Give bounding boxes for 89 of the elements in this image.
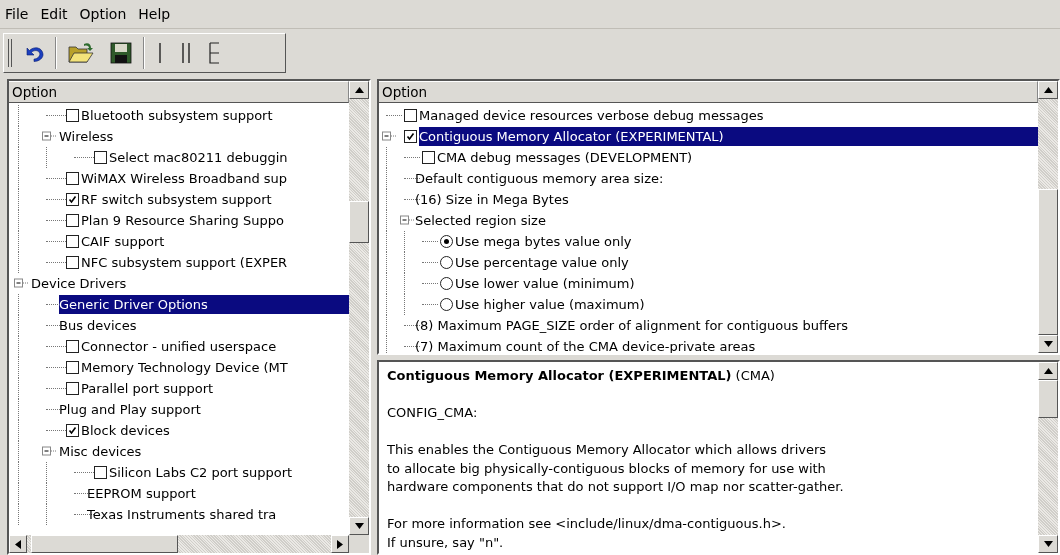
scroll-thumb[interactable] — [31, 535, 178, 553]
help-paragraph: CONFIG_CMA: — [387, 404, 479, 422]
down-arrow-icon — [354, 523, 364, 529]
vertical-scrollbar[interactable] — [349, 81, 369, 535]
up-arrow-icon — [1043, 368, 1053, 374]
tree-item[interactable]: WiMAX Wireless Broadband sup — [81, 169, 349, 188]
menu-item[interactable]: File — [5, 6, 29, 22]
radio-button[interactable] — [440, 256, 453, 269]
tree-item[interactable]: Wireless — [59, 127, 349, 146]
checkbox[interactable] — [94, 151, 107, 164]
checkbox[interactable] — [422, 151, 435, 164]
up-arrow-icon — [354, 87, 364, 93]
scroll-up-button[interactable] — [1038, 81, 1058, 99]
scroll-up-button[interactable] — [1038, 362, 1058, 380]
left-arrow-icon — [15, 539, 21, 549]
tree-item[interactable]: Silicon Labs C2 port support — [109, 463, 349, 482]
checkbox[interactable] — [66, 214, 79, 227]
scroll-thumb[interactable] — [1038, 189, 1058, 335]
tree-item[interactable]: Bluetooth subsystem support — [81, 106, 349, 125]
tree-view-icon — [207, 42, 221, 64]
checkbox[interactable] — [404, 130, 417, 143]
checkbox[interactable] — [66, 382, 79, 395]
tree-item[interactable]: Memory Technology Device (MT — [81, 358, 349, 377]
down-arrow-icon — [1043, 541, 1053, 547]
tree-item[interactable]: EEPROM support — [87, 484, 349, 503]
help-paragraph: For more information see <include/linux/dma-contiguous.h>. If unsure, say "n". — [387, 515, 787, 552]
checkbox[interactable] — [66, 235, 79, 248]
tree-item[interactable]: Plug and Play support — [59, 400, 349, 419]
radio-button[interactable] — [440, 298, 453, 311]
folder-icon — [67, 41, 95, 65]
checkbox[interactable] — [66, 172, 79, 185]
tree-item[interactable]: Use percentage value only — [455, 253, 1038, 272]
scroll-right-button[interactable] — [331, 535, 349, 553]
up-arrow-icon — [1043, 87, 1053, 93]
toolbar-grip-icon[interactable] — [7, 38, 13, 68]
menu-item[interactable]: Help — [138, 6, 171, 22]
scroll-down-button[interactable] — [349, 517, 369, 535]
vertical-scrollbar[interactable] — [1038, 81, 1058, 353]
tree-item[interactable]: Block devices — [81, 421, 349, 440]
tree-item[interactable]: Selected region size — [415, 211, 1038, 230]
tree-item[interactable]: Default contiguous memory area size: — [415, 169, 1038, 188]
down-arrow-icon — [1043, 341, 1053, 347]
checkbox[interactable] — [94, 466, 107, 479]
checkbox[interactable] — [66, 109, 79, 122]
checkbox[interactable] — [66, 193, 79, 206]
tree-item[interactable]: Generic Driver Options — [59, 295, 349, 314]
checkbox[interactable] — [66, 256, 79, 269]
tree-item[interactable]: CAIF support — [81, 232, 349, 251]
tree-item[interactable]: CMA debug messages (DEVELOPMENT) — [437, 148, 1038, 167]
help-title: Contiguous Memory Allocator (EXPERIMENTAL) (CMA) — [387, 367, 776, 385]
column-header[interactable]: Option — [9, 81, 349, 103]
radio-button[interactable] — [440, 277, 453, 290]
scroll-down-button[interactable] — [1038, 535, 1058, 553]
tree-item[interactable]: Texas Instruments shared tra — [87, 505, 349, 524]
scroll-thumb[interactable] — [1038, 380, 1058, 418]
split-pane-icon — [179, 42, 193, 64]
scroll-left-button[interactable] — [9, 535, 27, 553]
tree-item[interactable]: Select mac80211 debuggin — [109, 148, 349, 167]
tree-item[interactable]: Use lower value (minimum) — [455, 274, 1038, 293]
checkbox[interactable] — [66, 424, 79, 437]
tree-item[interactable]: (16) Size in Mega Bytes — [415, 190, 1038, 209]
scroll-thumb[interactable] — [349, 201, 369, 243]
vertical-scrollbar[interactable] — [1038, 362, 1058, 553]
checkbox[interactable] — [66, 340, 79, 353]
column-header[interactable]: Option — [379, 81, 1038, 103]
tree-item[interactable]: Contiguous Memory Allocator (EXPERIMENTAL) — [419, 127, 1038, 146]
tree-item[interactable]: Connector - unified userspace — [81, 337, 349, 356]
scroll-up-button[interactable] — [349, 81, 369, 99]
tree-item[interactable]: NFC subsystem support (EXPER — [81, 253, 349, 272]
checkbox[interactable] — [66, 361, 79, 374]
right-arrow-icon — [337, 539, 343, 549]
scroll-down-button[interactable] — [1038, 335, 1058, 353]
tree-item[interactable]: Parallel port support — [81, 379, 349, 398]
menu-item[interactable]: Edit — [40, 6, 68, 22]
menu-item[interactable]: Option — [79, 6, 127, 22]
help-paragraph: This enables the Contiguous Memory Allocator which allows drivers to allocate big physically-contiguous blocks of memory for use with hardware components that do not support I/O map nor scatter-gather. — [387, 441, 845, 496]
tree-item[interactable]: Managed device resources verbose debug messages — [419, 106, 1038, 125]
radio-button[interactable] — [440, 235, 453, 248]
tree-item[interactable]: Bus devices — [59, 316, 349, 335]
undo-arrow-icon — [23, 44, 45, 62]
checkbox[interactable] — [404, 109, 417, 122]
tree-item[interactable]: (8) Maximum PAGE_SIZE order of alignment for contiguous buffers — [415, 316, 1038, 335]
tree-item[interactable]: RF switch subsystem support — [81, 190, 349, 209]
tree-item[interactable]: Device Drivers — [31, 274, 349, 293]
tree-item[interactable]: Misc devices — [59, 442, 349, 461]
tree-item[interactable]: Use higher value (maximum) — [455, 295, 1038, 314]
tree-item[interactable]: (7) Maximum count of the CMA device-private areas — [415, 337, 1038, 353]
tree-item[interactable]: Use mega bytes value only — [455, 232, 1038, 251]
tree-item[interactable]: Plan 9 Resource Sharing Suppo — [81, 211, 349, 230]
